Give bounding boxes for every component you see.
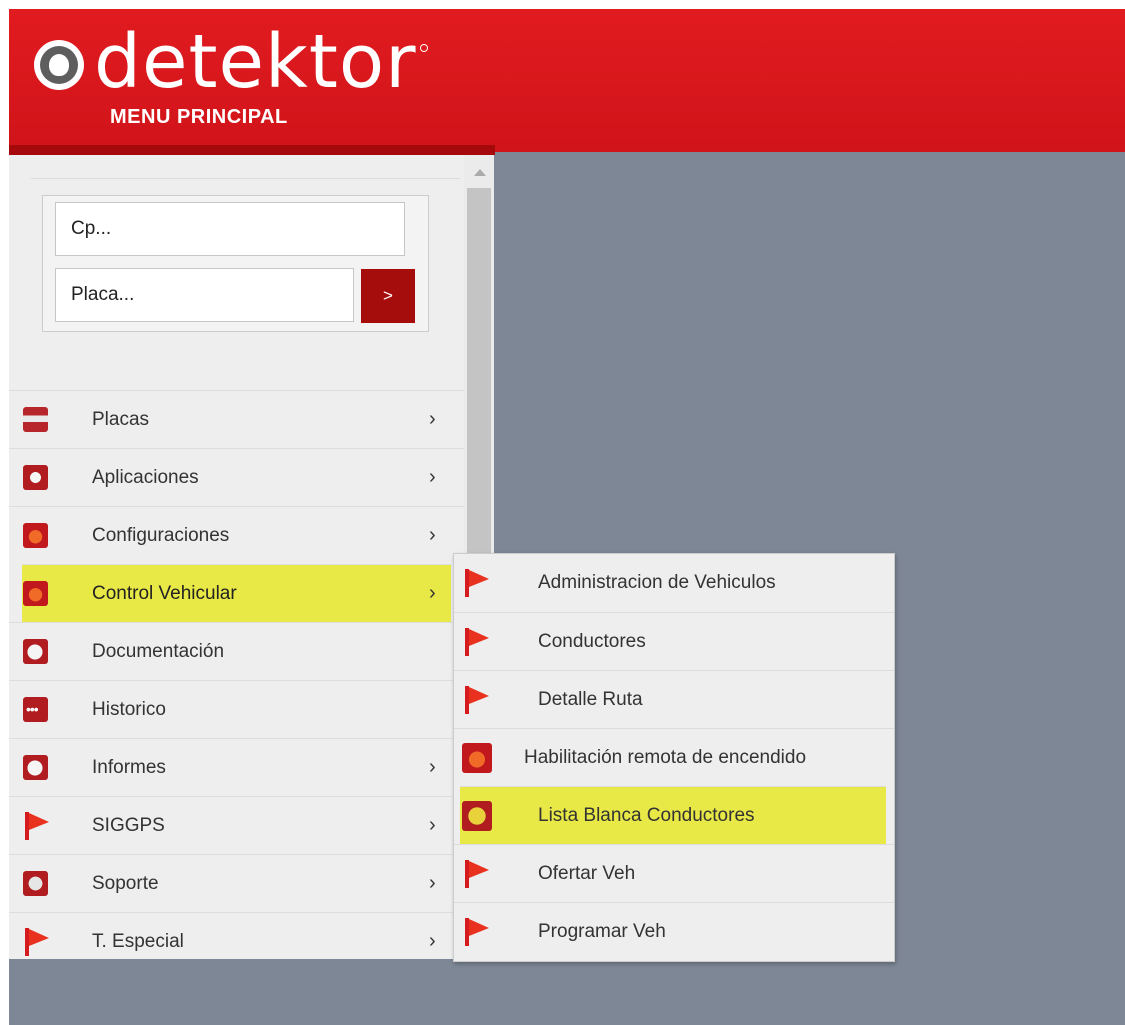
submenu-item-label: Lista Blanca Conductores [538,805,755,826]
document-icon [23,755,48,780]
submenu-item-lista-blanca-conductores[interactable]: Lista Blanca Conductores [460,786,886,845]
sidebar-item-label: Historico [92,699,166,720]
flag-icon [462,859,492,889]
document-icon [23,639,48,664]
sidebar-item-label: Configuraciones [92,525,230,546]
applications-icon [23,465,48,490]
sidebar-item-documentacion[interactable]: Documentación [9,622,464,680]
control-vehicular-submenu: Administracion de Vehiculos Conductores … [453,553,895,962]
submenu-item-programar-veh[interactable]: Programar Veh [454,902,894,961]
chevron-right-icon: › [429,466,436,488]
divider [31,178,460,179]
flag-icon [462,568,492,598]
flag-icon [23,928,49,956]
submenu-item-administracion-vehiculos[interactable]: Administracion de Vehiculos [454,554,894,612]
sidebar-item-aplicaciones[interactable]: Aplicaciones › [9,448,464,506]
chevron-right-icon: › [429,872,436,894]
gear-icon [23,581,48,606]
chevron-right-icon: › [429,930,436,952]
submenu-item-label: Detalle Ruta [538,689,643,710]
submenu-item-label: Programar Veh [538,921,666,942]
chevron-right-icon: › [429,756,436,778]
sidebar-item-soporte[interactable]: Soporte › [9,854,464,912]
scroll-up-icon[interactable] [474,169,486,176]
brand-name: detektor [94,19,417,105]
chevron-right-icon: › [429,582,436,604]
sidebar-item-t-especial[interactable]: T. Especial › [9,912,464,959]
gear-icon [23,523,48,548]
gear-icon [462,743,492,773]
license-plate-icon [23,407,48,432]
sidebar-item-label: T. Especial [92,931,184,952]
flag-icon [462,917,492,947]
detektor-logo-icon [34,40,84,90]
submenu-item-label: Habilitación remota de encendido [524,747,807,768]
sidebar-item-label: Control Vehicular [92,583,237,604]
cp-input[interactable] [55,202,405,256]
sidebar-item-siggps[interactable]: SIGGPS › [9,796,464,854]
sidebar-item-label: Placas [92,409,150,430]
submenu-item-label: Administracion de Vehiculos [538,572,776,593]
sidebar-item-label: Aplicaciones [92,467,199,488]
chevron-right-icon: › [429,408,436,430]
submenu-item-label: Conductores [538,631,646,652]
registered-mark-icon [420,44,428,52]
sidebar-item-configuraciones[interactable]: Configuraciones › [9,506,464,564]
sidebar-item-historico[interactable]: Historico [9,680,464,738]
flag-icon [462,685,492,715]
header-underline [9,145,495,155]
flag-icon [462,627,492,657]
puzzle-icon [462,801,492,831]
sidebar-item-placas[interactable]: Placas › [9,390,464,448]
submenu-item-habilitacion-remota[interactable]: Habilitación remota de encendido [454,728,894,787]
menu-title: MENU PRINCIPAL [110,106,288,128]
sidebar-item-label: Documentación [92,641,225,662]
chevron-right-icon: › [429,524,436,546]
submenu-item-label: Ofertar Veh [538,863,636,884]
sidebar-item-informes[interactable]: Informes › [9,738,464,796]
history-icon [23,697,48,722]
sidebar-item-label: Soporte [92,873,159,894]
submenu-item-ofertar-veh[interactable]: Ofertar Veh [454,844,894,903]
sidebar: > Placas › Aplicaciones › Configuracione… [9,155,494,959]
placa-input[interactable] [55,268,354,322]
search-go-button[interactable]: > [361,269,415,323]
flag-icon [23,812,49,840]
sidebar-item-label: Informes [92,757,166,778]
submenu-item-detalle-ruta[interactable]: Detalle Ruta [454,670,894,729]
support-icon [23,871,48,896]
chevron-right-icon: › [429,814,436,836]
submenu-item-conductores[interactable]: Conductores [454,612,894,671]
sidebar-item-label: SIGGPS [92,815,165,836]
sidebar-item-control-vehicular[interactable]: Control Vehicular › [22,564,451,622]
